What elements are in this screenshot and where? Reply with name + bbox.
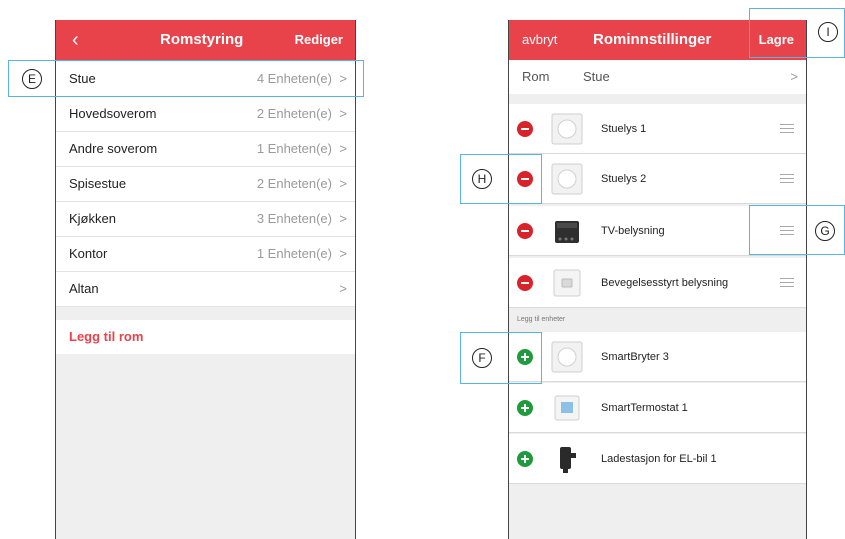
chevron-right-icon: > bbox=[339, 211, 347, 226]
chevron-right-icon: > bbox=[339, 281, 347, 296]
device-count: 3 Enheten(e) bbox=[256, 211, 332, 226]
add-room-button[interactable]: Legg til rom bbox=[56, 320, 355, 354]
room-name: Kjøkken bbox=[69, 211, 116, 226]
remove-icon[interactable] bbox=[517, 275, 533, 291]
relay-module-icon bbox=[555, 221, 579, 243]
room-name: Spisestue bbox=[69, 176, 127, 191]
edit-button[interactable]: Rediger bbox=[295, 20, 343, 60]
available-device-row: SmartTermostat 1 bbox=[509, 383, 806, 433]
header-bar: ‹ Romstyring Rediger bbox=[56, 20, 355, 60]
chevron-right-icon: > bbox=[339, 106, 347, 121]
device-name: SmartTermostat 1 bbox=[601, 402, 688, 414]
room-settings-screen: avbryt Rominnstillinger Lagre Rom Stue >… bbox=[508, 20, 807, 539]
chevron-right-icon: > bbox=[790, 69, 798, 84]
add-devices-section-label: Legg til enheter bbox=[517, 316, 566, 323]
room-item-altan[interactable]: Altan > bbox=[56, 272, 355, 307]
motion-sensor-icon bbox=[553, 269, 581, 297]
page-title: Romstyring bbox=[160, 31, 244, 48]
drag-handle-icon[interactable] bbox=[780, 124, 794, 133]
device-name: Stuelys 1 bbox=[601, 123, 647, 135]
drag-handle-icon[interactable] bbox=[780, 278, 794, 287]
device-count: 1 Enheten(e) bbox=[256, 141, 332, 156]
device-name: Stuelys 2 bbox=[601, 173, 647, 185]
device-count: 1 Enheten(e) bbox=[256, 246, 332, 261]
room-name: Kontor bbox=[69, 246, 108, 261]
device-name: Bevegelsesstyrt belysning bbox=[601, 277, 729, 289]
ev-charger-icon bbox=[560, 447, 576, 473]
drag-handle-icon[interactable] bbox=[780, 174, 794, 183]
callout-e-box bbox=[8, 60, 364, 97]
thermostat-icon bbox=[554, 395, 580, 421]
room-selector[interactable]: Rom Stue > bbox=[509, 60, 806, 94]
room-item-spisestue[interactable]: Spisestue 2 Enheten(e) > bbox=[56, 167, 355, 202]
chevron-right-icon: > bbox=[339, 246, 347, 261]
room-name: Hovedsoverom bbox=[69, 106, 157, 121]
device-name: SmartBryter 3 bbox=[601, 351, 669, 363]
room-control-screen: ‹ Romstyring Rediger Stue 4 Enheten(e) >… bbox=[55, 20, 356, 539]
room-item-andre-soverom[interactable]: Andre soverom 1 Enheten(e) > bbox=[56, 132, 355, 167]
page-title: Rominnstillinger bbox=[593, 31, 712, 48]
callout-i-marker: I bbox=[818, 22, 838, 42]
available-device-row: Ladestasjon for EL-bil 1 bbox=[509, 434, 806, 484]
callout-g-marker: G bbox=[815, 221, 835, 241]
add-room-label: Legg til rom bbox=[69, 329, 144, 344]
device-row: Stuelys 2 bbox=[509, 154, 806, 204]
remove-icon[interactable] bbox=[517, 223, 533, 239]
chevron-right-icon: > bbox=[339, 141, 347, 156]
dimmer-icon bbox=[551, 163, 583, 195]
device-name: Ladestasjon for EL-bil 1 bbox=[601, 453, 717, 465]
room-name: Andre soverom bbox=[69, 141, 158, 156]
dimmer-icon bbox=[551, 113, 583, 145]
room-item-kjokken[interactable]: Kjøkken 3 Enheten(e) > bbox=[56, 202, 355, 237]
room-value: Stue bbox=[583, 69, 610, 84]
remove-icon[interactable] bbox=[517, 121, 533, 137]
add-icon[interactable] bbox=[517, 400, 533, 416]
room-item-hovedsoverom[interactable]: Hovedsoverom 2 Enheten(e) > bbox=[56, 97, 355, 132]
cancel-button[interactable]: avbryt bbox=[522, 20, 557, 60]
add-icon[interactable] bbox=[517, 451, 533, 467]
back-icon[interactable]: ‹ bbox=[72, 20, 79, 60]
callout-f-marker: F bbox=[472, 348, 492, 368]
room-name: Altan bbox=[69, 281, 99, 296]
device-count: 2 Enheten(e) bbox=[256, 176, 332, 191]
device-row: Bevegelsesstyrt belysning bbox=[509, 258, 806, 308]
room-label: Rom bbox=[522, 69, 550, 84]
dimmer-icon bbox=[551, 341, 583, 373]
callout-h-marker: H bbox=[472, 169, 492, 189]
device-count: 2 Enheten(e) bbox=[256, 106, 332, 121]
device-name: TV-belysning bbox=[601, 225, 665, 237]
device-row: Stuelys 1 bbox=[509, 104, 806, 154]
chevron-right-icon: > bbox=[339, 176, 347, 191]
callout-e-marker: E bbox=[22, 69, 42, 89]
room-item-kontor[interactable]: Kontor 1 Enheten(e) > bbox=[56, 237, 355, 272]
available-device-row: SmartBryter 3 bbox=[509, 332, 806, 382]
